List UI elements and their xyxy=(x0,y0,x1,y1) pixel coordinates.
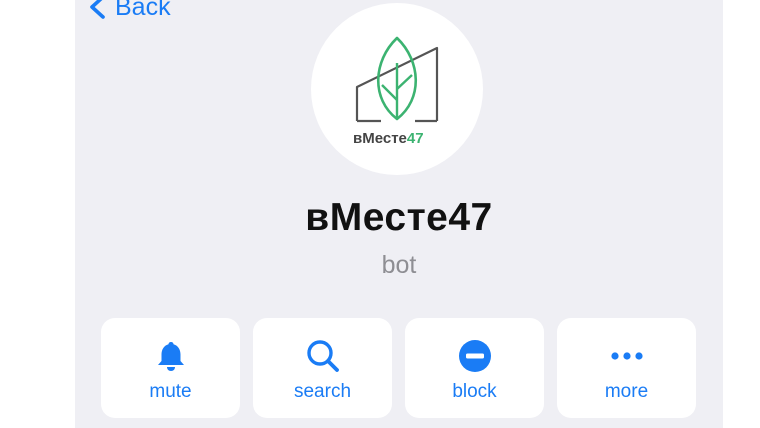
svg-text:вМесте47: вМесте47 xyxy=(353,130,424,147)
search-label: search xyxy=(293,381,352,402)
search-button[interactable]: search xyxy=(253,318,392,418)
mute-button[interactable]: mute xyxy=(101,318,240,418)
block-button[interactable]: block xyxy=(405,318,544,418)
back-label: Back xyxy=(115,0,171,21)
chevron-left-icon xyxy=(90,0,105,19)
logo-text-main: вМесте xyxy=(353,130,407,147)
vmeste47-logo: вМесте47 xyxy=(353,36,439,147)
profile-subtitle: bot xyxy=(381,251,417,279)
block-icon xyxy=(456,337,494,375)
profile-name: вМесте47 xyxy=(305,196,493,239)
more-label: more xyxy=(604,381,649,402)
profile-screen: Back вМесте47 вМесте47 bot mute search b… xyxy=(75,0,723,428)
mute-label: mute xyxy=(149,381,192,402)
avatar[interactable]: вМесте47 xyxy=(311,3,483,175)
search-icon xyxy=(304,337,342,375)
back-button[interactable]: Back xyxy=(87,0,171,22)
action-bar: mute search block more xyxy=(101,318,696,418)
more-icon xyxy=(608,337,646,375)
logo-text-accent: 47 xyxy=(407,130,424,147)
block-label: block xyxy=(452,381,497,402)
bell-icon xyxy=(152,337,190,375)
more-button[interactable]: more xyxy=(557,318,696,418)
